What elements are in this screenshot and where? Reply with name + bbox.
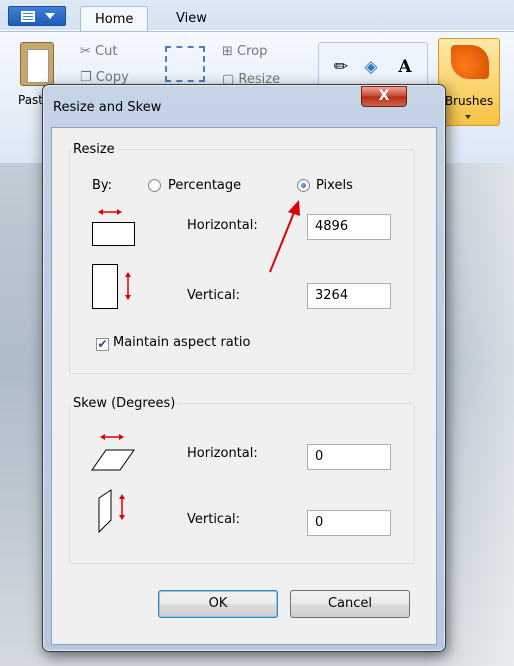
resize-horizontal-value: 4896: [315, 219, 349, 234]
select-tool-icon[interactable]: [165, 46, 205, 82]
cancel-button[interactable]: Cancel: [290, 590, 410, 618]
skew-vertical-label: Vertical:: [187, 512, 241, 527]
skew-horizontal-input[interactable]: 0: [307, 444, 391, 470]
pixels-label[interactable]: Pixels: [316, 178, 353, 193]
cut-button[interactable]: ✂ Cut: [80, 44, 117, 59]
tab-view[interactable]: View: [162, 6, 221, 32]
text-tool-icon[interactable]: A: [395, 57, 415, 77]
ok-label: OK: [208, 596, 228, 611]
maintain-aspect-checkbox[interactable]: ✔: [96, 338, 109, 351]
paint-menu-icon: [21, 11, 35, 22]
chevron-down-icon: [45, 13, 55, 19]
resize-vertical-input[interactable]: 3264: [307, 283, 391, 309]
skew-vertical-input[interactable]: 0: [307, 510, 391, 536]
tab-home[interactable]: Home: [80, 6, 149, 32]
crop-label: Crop: [237, 44, 268, 59]
close-button[interactable]: X: [361, 86, 407, 107]
percentage-radio[interactable]: Percentage: [148, 178, 268, 195]
resize-vertical-label: Vertical:: [187, 288, 241, 303]
resize-horizontal-label: Horizontal:: [187, 218, 258, 233]
resize-vertical-value: 3264: [315, 288, 349, 303]
skew-horizontal-icon: [91, 434, 135, 471]
skew-horizontal-value: 0: [315, 449, 324, 464]
brush-icon: [451, 45, 489, 79]
dialog-title: Resize and Skew: [53, 100, 162, 115]
skew-vertical-icon: [98, 489, 125, 534]
ribbon-tab-bar: Home View: [0, 0, 514, 32]
tab-home-label: Home: [95, 12, 134, 27]
by-label: By:: [92, 178, 113, 193]
pencil-icon[interactable]: ✏: [331, 57, 351, 77]
cut-label: Cut: [95, 44, 118, 59]
resize-skew-dialog: Resize and Skew X Resize By: Percentage …: [42, 84, 446, 652]
maintain-aspect-label[interactable]: Maintain aspect ratio: [113, 335, 250, 350]
tab-view-label: View: [176, 11, 207, 26]
resize-legend: Resize: [73, 142, 115, 157]
percentage-radio-circle[interactable]: [148, 179, 161, 192]
percentage-label[interactable]: Percentage: [168, 178, 241, 193]
crop-button[interactable]: ⊞ Crop: [222, 44, 267, 59]
chevron-down-icon: [465, 115, 471, 119]
copy-label: Copy: [95, 70, 129, 85]
skew-vertical-value: 0: [315, 515, 324, 530]
brushes-label: Brushes: [444, 94, 494, 108]
paste-label[interactable]: Past: [18, 93, 43, 107]
brushes-button[interactable]: [438, 38, 500, 126]
resize-horizontal-input[interactable]: 4896: [307, 214, 391, 240]
resize-horizontal-icon: [92, 209, 135, 246]
skew-group: Skew (Degrees): [69, 396, 415, 564]
pixels-radio-circle[interactable]: [297, 179, 310, 192]
resize-vertical-icon: [92, 264, 131, 309]
copy-button[interactable]: ❐ Copy: [80, 70, 129, 85]
ok-button[interactable]: OK: [158, 590, 278, 618]
pixels-radio[interactable]: Pixels: [297, 178, 377, 195]
skew-horizontal-label: Horizontal:: [187, 446, 258, 461]
paste-icon[interactable]: [20, 42, 54, 86]
close-icon: X: [378, 88, 390, 104]
skew-legend: Skew (Degrees): [73, 396, 176, 411]
paint-menu-button[interactable]: [8, 6, 66, 26]
dialog-body: Resize By: Percentage Pixels Horizontal:…: [51, 127, 437, 645]
fill-icon[interactable]: ◈: [361, 57, 381, 77]
cancel-label: Cancel: [327, 596, 373, 611]
